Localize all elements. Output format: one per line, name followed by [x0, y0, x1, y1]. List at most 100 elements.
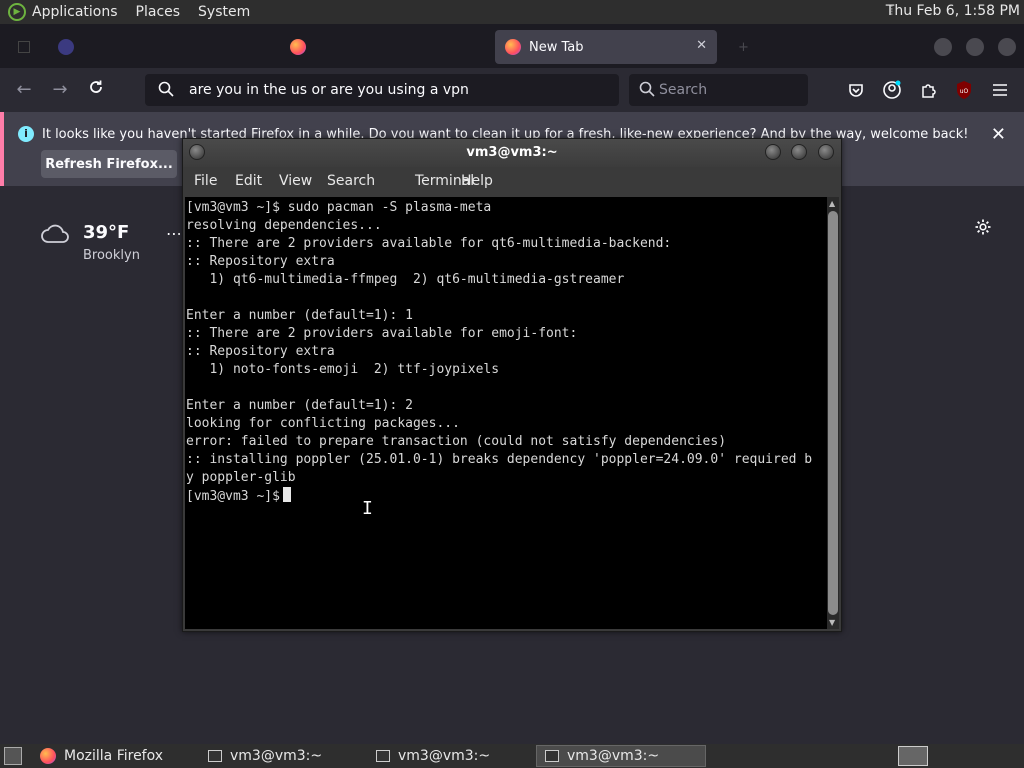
- new-tab-button[interactable]: +: [728, 30, 752, 64]
- menu-edit[interactable]: Edit: [235, 173, 262, 189]
- account-icon[interactable]: [881, 79, 903, 101]
- top-panel: ▶ Applications Places System ⁞ Thu Feb 6…: [0, 0, 1024, 24]
- terminal-line: 1) noto-fonts-emoji 2) ttf-joypixels: [186, 362, 500, 377]
- firefox-icon: [40, 748, 56, 764]
- menu-system[interactable]: System: [198, 4, 250, 20]
- hamburger-menu-icon[interactable]: [989, 79, 1011, 101]
- maximize-window-button[interactable]: [966, 38, 984, 56]
- taskbar-item-terminal-2[interactable]: vm3@vm3:~: [368, 745, 532, 767]
- url-text: are you in the us or are you using a vpn: [189, 82, 469, 98]
- weather-menu-icon[interactable]: ⋯: [166, 224, 182, 243]
- search-icon: [158, 81, 174, 97]
- weather-widget[interactable]: 39°F Brooklyn ⋯: [40, 222, 182, 263]
- terminal-line: Enter a number (default=1): 1: [186, 308, 413, 323]
- menu-help[interactable]: Help: [461, 173, 493, 189]
- minimize-window-button[interactable]: [765, 144, 781, 160]
- svg-text:uO: uO: [960, 88, 969, 95]
- panel-clock[interactable]: Thu Feb 6, 1:58 PM: [886, 3, 1020, 19]
- menu-view[interactable]: View: [279, 173, 312, 189]
- weather-temperature: 39°F: [83, 222, 130, 243]
- terminal-icon: [208, 750, 222, 762]
- distro-logo-icon[interactable]: ▶: [8, 3, 26, 21]
- firefox-favicon-icon: [505, 39, 521, 55]
- terminal-line: Enter a number (default=1): 2: [186, 398, 413, 413]
- terminal-line: :: Repository extra: [186, 254, 335, 269]
- back-button[interactable]: ←: [12, 78, 36, 102]
- firefox-tab-strip: New Tab ✕ +: [0, 24, 1024, 68]
- reload-button[interactable]: [84, 78, 108, 102]
- terminal-line: 1) qt6-multimedia-ffmpeg 2) qt6-multimed…: [186, 272, 625, 287]
- menu-applications[interactable]: Applications: [32, 4, 118, 20]
- terminal-titlebar[interactable]: vm3@vm3:~: [183, 139, 841, 167]
- pocket-icon[interactable]: [845, 79, 867, 101]
- search-placeholder: Search: [659, 82, 708, 98]
- tab-favicon-icon: [58, 39, 74, 55]
- show-desktop-button[interactable]: [4, 747, 22, 765]
- taskbar-item-label: vm3@vm3:~: [567, 748, 660, 764]
- terminal-line: y poppler-glib: [186, 470, 296, 485]
- terminal-lines: [vm3@vm3 ~]$ sudo pacman -S plasma-meta …: [186, 199, 812, 505]
- info-icon: i: [18, 126, 34, 142]
- terminal-line: error: failed to prepare transaction (co…: [186, 434, 727, 449]
- terminal-title: vm3@vm3:~: [466, 145, 558, 160]
- window-menu-button[interactable]: [189, 144, 205, 160]
- firefox-nav-bar: ← → are you in the us or are you using a…: [0, 68, 1024, 112]
- close-window-button[interactable]: [818, 144, 834, 160]
- refresh-firefox-button[interactable]: Refresh Firefox...: [41, 150, 177, 178]
- terminal-icon: [545, 750, 559, 762]
- reload-icon: [90, 80, 102, 93]
- close-tab-icon[interactable]: ✕: [696, 38, 707, 53]
- terminal-line: :: There are 2 providers available for e…: [186, 326, 578, 341]
- terminal-prompt: [vm3@vm3 ~]$: [186, 489, 280, 504]
- close-icon[interactable]: ✕: [991, 124, 1006, 145]
- tab-background-1[interactable]: [48, 30, 268, 64]
- search-icon: [639, 81, 655, 97]
- forward-button[interactable]: →: [48, 78, 72, 102]
- tab-label: New Tab: [529, 39, 584, 55]
- scroll-up-arrow-icon[interactable]: ▲: [829, 199, 835, 208]
- bottom-taskbar: Mozilla Firefox vm3@vm3:~ vm3@vm3:~ vm3@…: [0, 744, 1024, 768]
- extensions-icon[interactable]: [917, 79, 939, 101]
- gear-icon[interactable]: [974, 218, 992, 240]
- scrollbar-thumb[interactable]: [828, 211, 838, 615]
- terminal-line: :: Repository extra: [186, 344, 335, 359]
- taskbar-item-terminal-1[interactable]: vm3@vm3:~: [200, 745, 364, 767]
- terminal-cursor: [282, 487, 291, 502]
- menu-search[interactable]: Search: [327, 173, 375, 189]
- tab-background-2[interactable]: [280, 30, 490, 64]
- url-bar[interactable]: are you in the us or are you using a vpn: [145, 74, 619, 106]
- terminal-line: :: installing poppler (25.01.0-1) breaks…: [186, 452, 813, 467]
- menu-file[interactable]: File: [194, 173, 217, 189]
- mouse-ibeam-cursor: I: [362, 498, 373, 519]
- terminal-line: :: There are 2 providers available for q…: [186, 236, 672, 251]
- terminal-prompt-line: [vm3@vm3 ~]$: [186, 487, 812, 505]
- terminal-line: [vm3@vm3 ~]$ sudo pacman -S plasma-meta: [186, 200, 492, 215]
- cloud-icon: [41, 224, 69, 243]
- terminal-window[interactable]: vm3@vm3:~ File Edit View Search Terminal…: [182, 138, 842, 632]
- scroll-down-arrow-icon[interactable]: ▼: [829, 618, 835, 627]
- taskbar-item-label: vm3@vm3:~: [230, 748, 323, 764]
- terminal-scrollbar[interactable]: ▲ ▼: [827, 197, 839, 629]
- firefox-favicon-icon: [290, 39, 306, 55]
- search-bar[interactable]: Search: [629, 74, 808, 106]
- menu-places[interactable]: Places: [136, 4, 181, 20]
- close-window-button[interactable]: [998, 38, 1016, 56]
- taskbar-item-firefox[interactable]: Mozilla Firefox: [32, 745, 196, 767]
- taskbar-item-label: Mozilla Firefox: [64, 748, 164, 764]
- tab-overview-icon: [18, 41, 30, 53]
- minimize-window-button[interactable]: [934, 38, 952, 56]
- taskbar-item-label: vm3@vm3:~: [398, 748, 491, 764]
- taskbar-item-terminal-3[interactable]: vm3@vm3:~: [536, 745, 706, 767]
- terminal-line: looking for conflicting packages...: [186, 416, 460, 431]
- ublock-origin-icon[interactable]: uO: [953, 79, 975, 101]
- maximize-window-button[interactable]: [791, 144, 807, 160]
- terminal-line: resolving dependencies...: [186, 218, 382, 233]
- terminal-icon: [376, 750, 390, 762]
- tab-list-button[interactable]: [8, 30, 30, 64]
- terminal-output[interactable]: [vm3@vm3 ~]$ sudo pacman -S plasma-meta …: [185, 197, 827, 629]
- workspace-switcher[interactable]: [898, 746, 928, 766]
- tab-new-tab[interactable]: New Tab ✕: [495, 30, 717, 64]
- weather-city: Brooklyn: [83, 248, 140, 263]
